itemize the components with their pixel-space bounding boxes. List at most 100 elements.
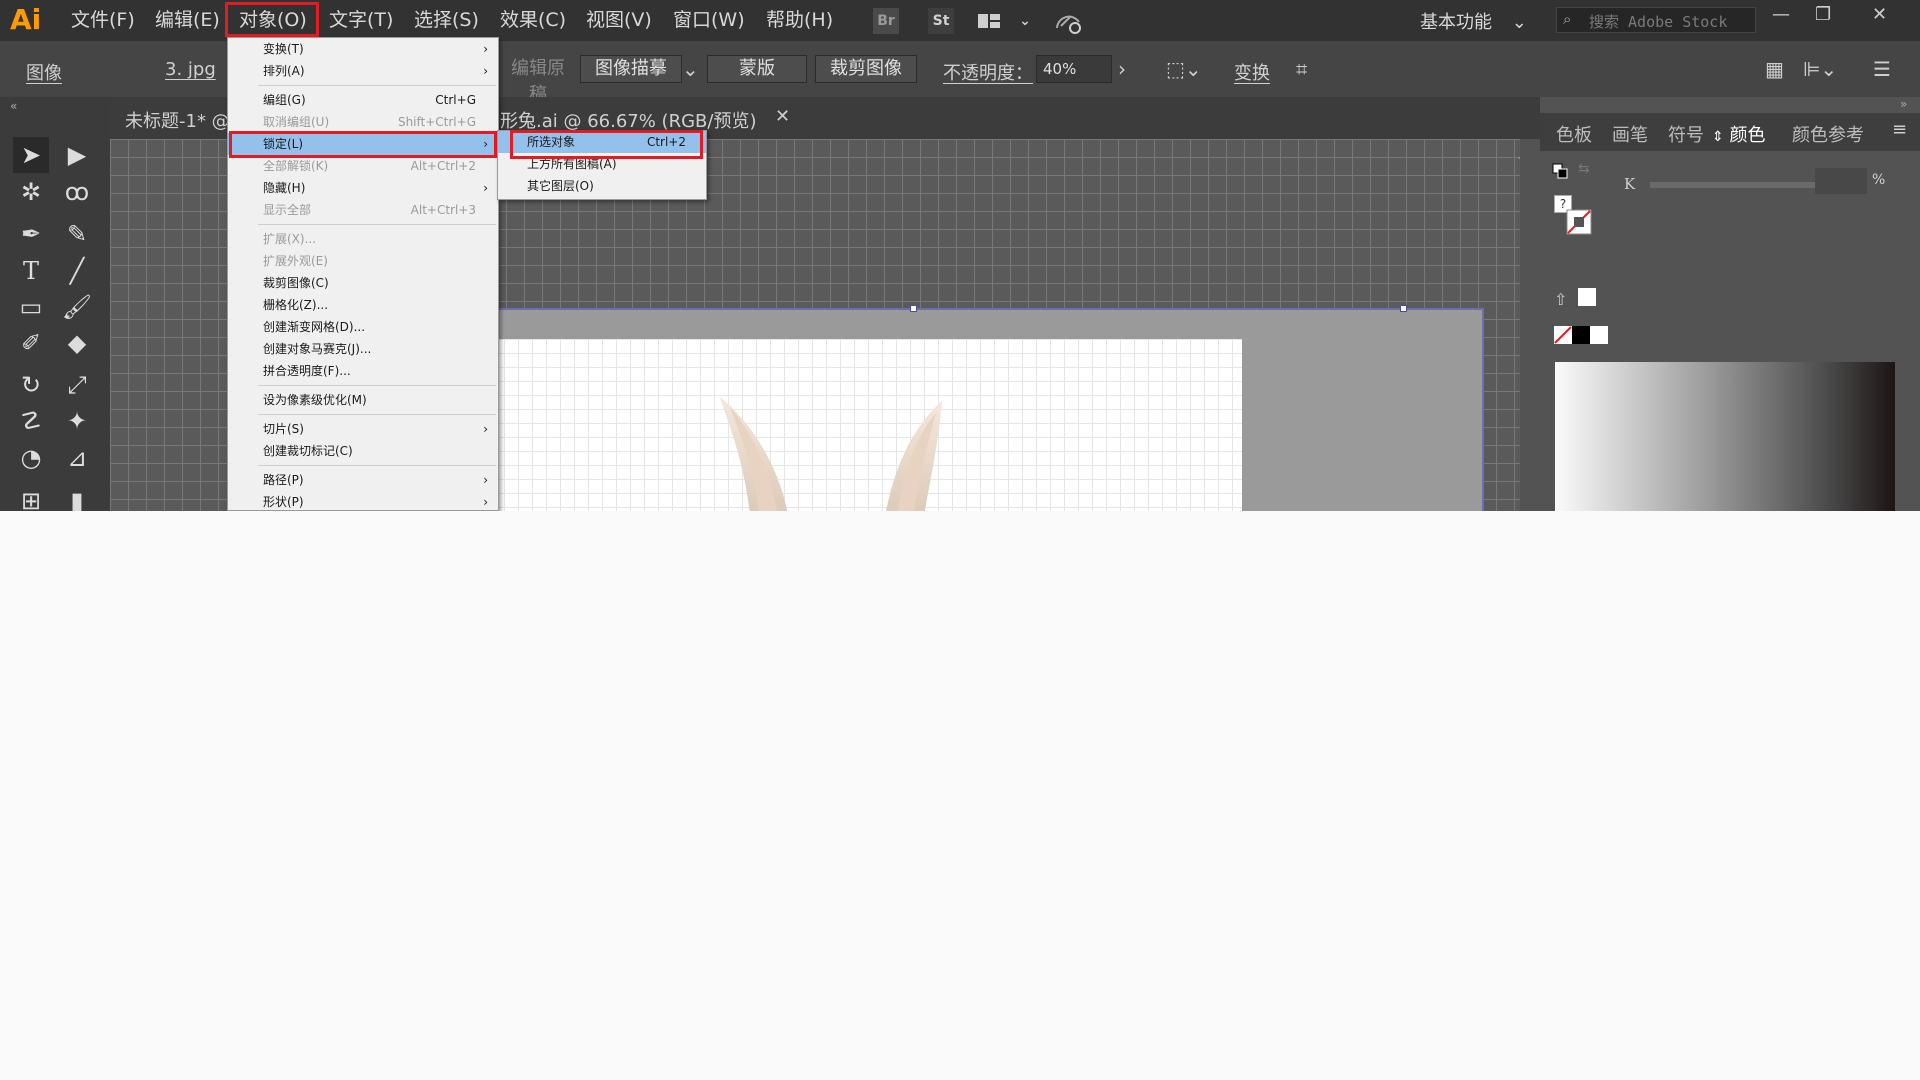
collapse-panel-icon[interactable]: « [10,99,17,113]
menu-item-create-object-mosaic[interactable]: 创建对象马赛克(J)... [228,338,498,360]
close-icon[interactable]: ✕ [775,106,790,127]
last-color-icon[interactable]: ⇧ [1554,290,1567,309]
edit-original-button[interactable]: 编辑原稿 [510,55,566,105]
image-trace-button[interactable]: 图像描摹 [580,55,682,83]
puppet-warp-tool-icon[interactable]: ✦ [59,403,95,439]
menu-item-pixel-optimize[interactable]: 设为像素级优化(M) [228,389,498,411]
search-icon: ⌕ [1563,10,1572,28]
pen-tool-icon[interactable]: ✒ [13,216,49,252]
document-tab-untitled[interactable]: 未标题-1* @ [125,107,230,133]
menu-item-flatten-transparency[interactable]: 拼合透明度(F)... [228,360,498,382]
linked-file-name[interactable]: 3. jpg [165,59,216,80]
scroll-up-icon[interactable]: ︿ [1518,143,1520,163]
collapse-panel-icon[interactable]: » [1900,97,1907,111]
default-fill-stroke-icon[interactable] [1552,163,1568,179]
mesh-tool-icon[interactable]: ⊞ [13,483,49,511]
chevron-down-icon[interactable]: ⌄ [682,57,699,81]
menu-item-shape[interactable]: 形状(P) › [228,491,498,511]
direct-selection-tool-icon[interactable]: ▶ [59,137,95,173]
rectangle-tool-icon[interactable]: ▭ [13,289,49,325]
none-color-swatch[interactable] [1554,326,1572,344]
rotate-tool-icon[interactable]: ↻ [13,367,49,403]
panel-menu-icon[interactable]: ≡ [1892,119,1907,140]
align-panel-icon[interactable]: ⊫⌄ [1803,57,1837,81]
scale-tool-icon[interactable]: ⤢ [59,367,95,403]
menu-effect[interactable]: 效果(C) [500,8,566,32]
lasso-tool-icon[interactable]: ꝏ [59,174,95,210]
chevron-down-icon[interactable]: ⌄ [1012,8,1038,34]
tab-color-guide[interactable]: 颜色参考 [1792,121,1864,147]
menu-edit[interactable]: 编辑(E) [155,8,220,32]
type-tool-icon[interactable]: T [13,253,49,289]
k-channel-input[interactable] [1815,168,1867,194]
swap-fill-stroke-icon[interactable]: ⇆ [1578,161,1590,177]
isolate-object-icon[interactable]: ⌗ [1296,57,1307,81]
menu-help[interactable]: 帮助(H) [766,8,833,32]
menu-item-rasterize[interactable]: 栅格化(Z)... [228,294,498,316]
close-icon[interactable]: ✕ [1872,4,1887,25]
perspective-grid-tool-icon[interactable]: ⊿ [59,440,95,476]
artboard[interactable] [490,339,1242,511]
selection-item-highlight-box [510,130,703,159]
menu-separator [258,85,496,86]
gpu-performance-icon[interactable] [1053,8,1081,34]
menu-item-transform[interactable]: 变换(T) › [228,38,498,60]
last-color-swatch[interactable] [1578,288,1596,306]
grid-arrange-icon[interactable]: ▦ [1765,57,1784,81]
tab-color-label: 颜色 [1729,125,1766,146]
fill-stroke-swatch[interactable] [1566,209,1592,235]
restore-icon[interactable]: ❐ [1815,4,1831,25]
menu-item-label: 创建对象马赛克(J)... [263,342,372,356]
eraser-tool-icon[interactable]: ◆ [59,325,95,361]
minimize-icon[interactable]: — [1772,4,1790,25]
arrange-documents-icon[interactable] [976,8,1002,34]
menu-view[interactable]: 视图(V) [586,8,652,32]
tab-brushes[interactable]: 画笔 [1612,121,1648,147]
tab-symbols[interactable]: 符号 [1668,121,1704,147]
bridge-icon[interactable]: Br [873,8,899,34]
chevron-right-icon[interactable]: › [1118,57,1126,81]
selection-tool-icon[interactable]: ➤ [13,137,49,173]
black-color-swatch[interactable] [1572,326,1590,344]
warp-tool-icon[interactable]: ☡ [13,403,49,439]
image-label[interactable]: 图像 [26,59,62,85]
curvature-tool-icon[interactable]: ✎ [59,216,95,252]
menu-item-slice[interactable]: 切片(S) › [228,418,498,440]
selection-handle[interactable] [910,305,917,312]
white-color-swatch[interactable] [1590,326,1608,344]
mask-button[interactable]: 蒙版 [707,55,807,83]
color-spectrum[interactable] [1555,362,1895,511]
paintbrush-tool-icon[interactable]: 🖌 [59,289,95,325]
menu-window[interactable]: 窗口(W) [673,8,745,32]
menu-item-label: 切片(S) [263,422,304,436]
transform-link[interactable]: 变换 [1234,59,1270,85]
menu-item-create-gradient-mesh[interactable]: 创建渐变网格(D)... [228,316,498,338]
magic-wand-tool-icon[interactable]: ✲ [13,174,49,210]
menu-file[interactable]: 文件(F) [71,8,135,32]
panel-options-icon[interactable]: ☰ [1873,57,1891,81]
workspace-switcher[interactable]: 基本功能 ⌄ [1420,8,1527,34]
menu-item-create-trim-marks[interactable]: 创建裁切标记(C) [228,440,498,462]
menu-select[interactable]: 选择(S) [414,8,479,32]
tab-swatches[interactable]: 色板 [1556,121,1592,147]
selection-handle[interactable] [1400,305,1407,312]
tab-color[interactable]: ⇕ 颜色 [1712,121,1765,147]
crop-image-button[interactable]: 裁剪图像 [815,55,917,83]
submenu-item-other-layers[interactable]: 其它图层(O) [498,175,706,197]
stock-icon[interactable]: St [928,8,954,34]
opacity-input[interactable]: 40% [1036,55,1112,83]
shaper-tool-icon[interactable]: ✐ [13,325,49,361]
menu-item-group[interactable]: 编组(G) Ctrl+G [228,89,498,111]
gradient-tool-icon[interactable]: ▮ [59,483,95,511]
menu-type[interactable]: 文字(T) [329,8,393,32]
menu-item-crop-image[interactable]: 裁剪图像(C) [228,272,498,294]
line-tool-icon[interactable]: ╱ [59,253,95,289]
menu-item-hide[interactable]: 隐藏(H) › [228,177,498,199]
k-channel-slider[interactable] [1650,182,1836,188]
menu-item-arrange[interactable]: 排列(A) › [228,60,498,82]
menu-item-path[interactable]: 路径(P) › [228,469,498,491]
align-to-selection-icon[interactable]: ⬚⌄ [1166,57,1202,81]
opacity-label[interactable]: 不透明度： [943,59,1033,85]
stock-search-field[interactable]: ⌕ 搜索 Adobe Stock [1556,7,1756,33]
shape-builder-tool-icon[interactable]: ◔ [13,440,49,476]
